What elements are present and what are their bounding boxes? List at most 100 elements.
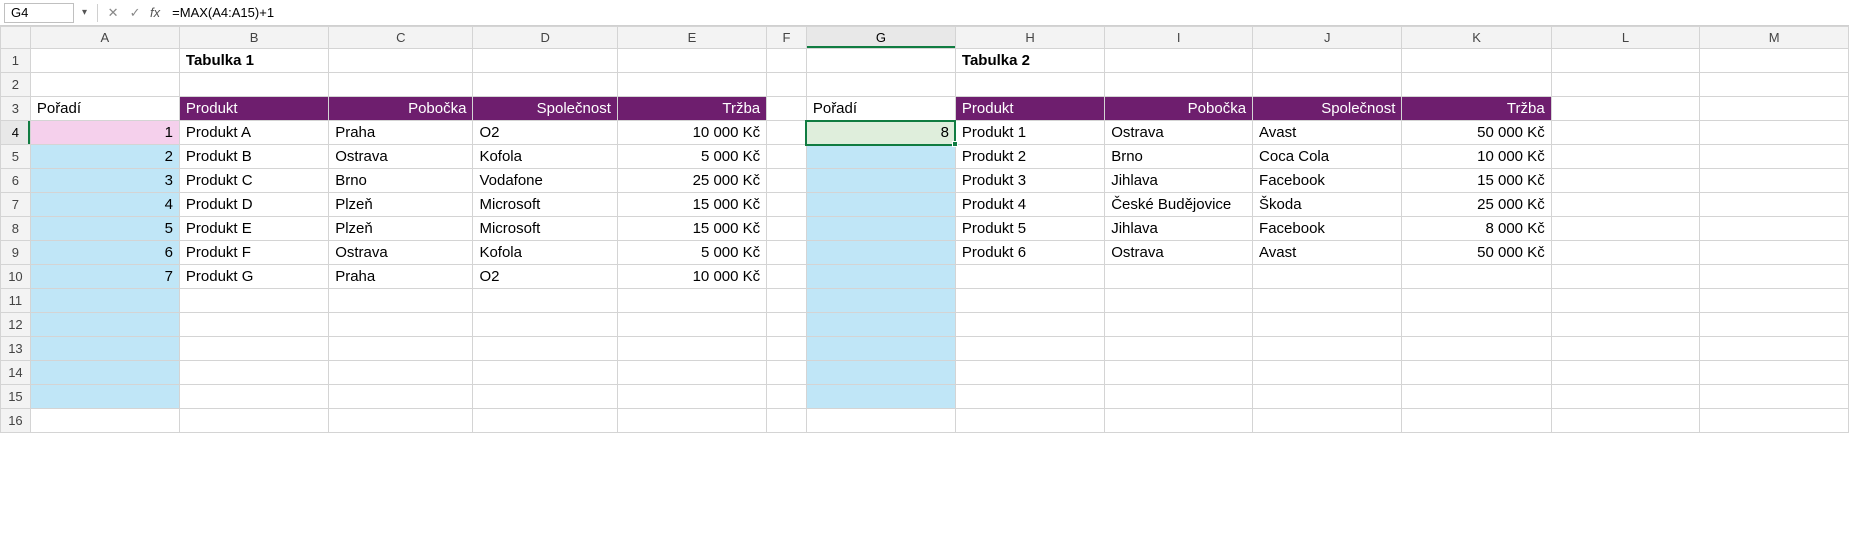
col-header[interactable]: K — [1402, 27, 1551, 49]
cell[interactable]: Tržba — [617, 97, 766, 121]
cell[interactable]: Brno — [1105, 145, 1253, 169]
cell[interactable] — [767, 409, 807, 433]
cell[interactable]: Produkt E — [179, 217, 328, 241]
cell[interactable] — [329, 289, 473, 313]
cell[interactable] — [1105, 385, 1253, 409]
cell[interactable] — [955, 361, 1104, 385]
cell[interactable]: Tabulka 2 — [955, 49, 1104, 73]
cell[interactable]: 25 000 Kč — [1402, 193, 1551, 217]
cell[interactable] — [767, 73, 807, 97]
chevron-down-icon[interactable]: ▾ — [78, 7, 91, 18]
cell[interactable]: Pořadí — [30, 97, 179, 121]
row-header[interactable]: 8 — [1, 217, 31, 241]
cell[interactable] — [806, 217, 955, 241]
cell[interactable] — [1551, 409, 1700, 433]
col-header[interactable]: E — [617, 27, 766, 49]
cell[interactable] — [767, 217, 807, 241]
cell[interactable] — [30, 49, 179, 73]
cell[interactable] — [1105, 337, 1253, 361]
row-header[interactable]: 11 — [1, 289, 31, 313]
cell[interactable]: 50 000 Kč — [1402, 121, 1551, 145]
cell[interactable]: Vodafone — [473, 169, 617, 193]
cell[interactable] — [617, 313, 766, 337]
cell[interactable] — [955, 265, 1104, 289]
row-header[interactable]: 5 — [1, 145, 31, 169]
cell[interactable] — [30, 409, 179, 433]
cell[interactable] — [473, 73, 617, 97]
cell[interactable]: Produkt — [179, 97, 328, 121]
row-header[interactable]: 10 — [1, 265, 31, 289]
cell[interactable] — [806, 241, 955, 265]
cell[interactable]: 5 — [30, 217, 179, 241]
cell[interactable]: Coca Cola — [1253, 145, 1402, 169]
cell[interactable] — [806, 265, 955, 289]
fill-handle[interactable] — [952, 141, 958, 147]
cell[interactable] — [767, 49, 807, 73]
cell[interactable] — [1402, 265, 1551, 289]
cell[interactable] — [1253, 361, 1402, 385]
cell[interactable]: 1 — [30, 121, 179, 145]
row-header[interactable]: 15 — [1, 385, 31, 409]
cell[interactable] — [767, 385, 807, 409]
cell[interactable]: Praha — [329, 121, 473, 145]
cell[interactable] — [1700, 385, 1849, 409]
cell[interactable] — [1105, 49, 1253, 73]
cell[interactable] — [806, 361, 955, 385]
cell[interactable]: České Budějovice — [1105, 193, 1253, 217]
cell[interactable] — [767, 265, 807, 289]
cell[interactable]: Avast — [1253, 241, 1402, 265]
cell[interactable] — [767, 121, 807, 145]
cell[interactable] — [955, 73, 1104, 97]
fx-icon[interactable]: fx — [148, 5, 164, 20]
cell[interactable]: Společnost — [473, 97, 617, 121]
cell[interactable] — [1551, 73, 1700, 97]
cell[interactable] — [1700, 73, 1849, 97]
cell[interactable] — [806, 337, 955, 361]
cell[interactable]: Produkt 4 — [955, 193, 1104, 217]
cell[interactable] — [1551, 289, 1700, 313]
cell[interactable] — [767, 241, 807, 265]
cell[interactable]: Tržba — [1402, 97, 1551, 121]
col-header[interactable]: M — [1700, 27, 1849, 49]
cell[interactable] — [1253, 289, 1402, 313]
cell[interactable]: Produkt F — [179, 241, 328, 265]
cell[interactable] — [1253, 49, 1402, 73]
cell[interactable]: 5 000 Kč — [617, 241, 766, 265]
row-header[interactable]: 12 — [1, 313, 31, 337]
cell[interactable] — [806, 193, 955, 217]
row-header[interactable]: 3 — [1, 97, 31, 121]
cancel-icon[interactable]: ✕ — [104, 4, 122, 22]
cell[interactable] — [1700, 337, 1849, 361]
cell[interactable] — [1551, 49, 1700, 73]
cell[interactable] — [1402, 409, 1551, 433]
cell[interactable] — [1105, 265, 1253, 289]
select-all-corner[interactable] — [1, 27, 31, 49]
cell[interactable]: Pobočka — [1105, 97, 1253, 121]
row-header[interactable]: 13 — [1, 337, 31, 361]
cell[interactable] — [617, 385, 766, 409]
cell[interactable]: 10 000 Kč — [617, 265, 766, 289]
cell[interactable] — [1253, 313, 1402, 337]
cell[interactable] — [1700, 313, 1849, 337]
cell[interactable] — [1551, 169, 1700, 193]
cell[interactable] — [617, 73, 766, 97]
cell[interactable] — [30, 337, 179, 361]
cell[interactable]: Škoda — [1253, 193, 1402, 217]
col-header[interactable]: C — [329, 27, 473, 49]
cell[interactable] — [1700, 121, 1849, 145]
cell[interactable] — [1551, 265, 1700, 289]
cell[interactable]: 4 — [30, 193, 179, 217]
cell[interactable] — [767, 169, 807, 193]
cell[interactable] — [767, 289, 807, 313]
cell[interactable]: Kofola — [473, 145, 617, 169]
cell[interactable] — [955, 409, 1104, 433]
cell[interactable]: Brno — [329, 169, 473, 193]
cell[interactable]: Tabulka 1 — [179, 49, 328, 73]
cell[interactable] — [1105, 73, 1253, 97]
cell[interactable]: Jihlava — [1105, 169, 1253, 193]
cell[interactable] — [1700, 217, 1849, 241]
cell[interactable] — [806, 169, 955, 193]
cell[interactable] — [179, 337, 328, 361]
cell[interactable] — [767, 361, 807, 385]
row-header[interactable]: 2 — [1, 73, 31, 97]
